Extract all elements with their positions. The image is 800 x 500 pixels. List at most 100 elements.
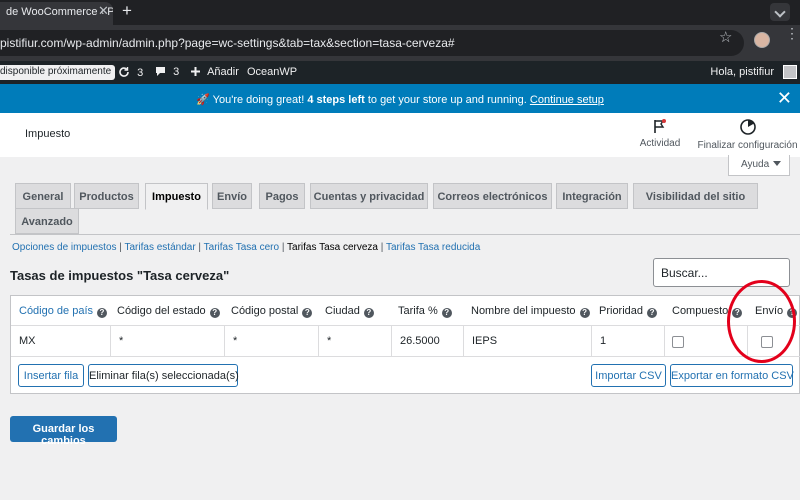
new-tab-icon[interactable]: + (122, 1, 132, 21)
tax-rates-table: Código de país? Código del estado? Códig… (10, 295, 800, 394)
header-label: Ciudad (325, 305, 360, 317)
setup-banner: 🚀 You're doing great! 4 steps left to ge… (0, 84, 800, 113)
tab-search-icon[interactable] (770, 3, 790, 21)
tab-pagos[interactable]: Pagos (259, 183, 305, 209)
cell-country[interactable]: MX (11, 326, 110, 356)
help-icon[interactable]: ? (647, 308, 658, 318)
subnav-options[interactable]: Opciones de impuestos (12, 242, 117, 253)
tab-correos[interactable]: Correos electrónicos (433, 183, 552, 209)
comments-count: 3 (173, 66, 180, 78)
cell-postcode[interactable]: * (224, 326, 318, 356)
cell-state[interactable]: * (110, 326, 224, 356)
theme-item[interactable]: OceanWP (247, 66, 297, 78)
activity-button[interactable]: Actividad (637, 118, 683, 149)
url-text: pistifiur.com/wp-admin/admin.php?page=wc… (0, 36, 455, 50)
browser-tab-bar: de WooCommerce ‹ P ✕ + (0, 0, 800, 25)
activity-label: Actividad (639, 138, 681, 149)
subnav-reduced[interactable]: Tarifas Tasa reducida (386, 242, 480, 253)
subnav-beer-current: Tarifas Tasa cerveza (287, 242, 378, 253)
add-new-item[interactable]: Añadir (190, 66, 239, 78)
header-label: Prioridad (599, 305, 644, 317)
tax-sections-nav: Opciones de impuestos | Tarifas estándar… (12, 242, 480, 253)
wc-header: Impuesto Actividad Finalizar configuraci… (0, 113, 800, 157)
plus-icon (191, 67, 200, 76)
user-avatar[interactable] (783, 65, 797, 79)
close-icon[interactable]: ✕ (777, 88, 792, 109)
comments-item[interactable]: 3 (155, 66, 179, 78)
browser-menu-icon[interactable]: ⋮ (785, 26, 799, 40)
subnav-standard[interactable]: Tarifas estándar (125, 242, 196, 253)
delete-rows-button[interactable]: Eliminar fila(s) seleccionada(s) (88, 364, 239, 387)
tab-cuentas-privacidad[interactable]: Cuentas y privacidad (310, 183, 428, 209)
banner-text-end: to get your store up and running. (364, 94, 530, 106)
add-new-label: Añadir (207, 66, 239, 78)
header-country[interactable]: Código de país? (19, 296, 107, 326)
tab-productos[interactable]: Productos (74, 183, 139, 209)
help-icon[interactable]: ? (209, 308, 220, 318)
updates-count: 3 (137, 67, 144, 79)
header-priority: Prioridad? (599, 296, 658, 326)
header-postcode: Código postal? (231, 296, 313, 326)
cell-priority[interactable]: 1 (591, 326, 664, 356)
finish-setup-label: Finalizar configuración (697, 140, 798, 151)
tab-impuesto[interactable]: Impuesto (145, 183, 208, 210)
save-changes-button[interactable]: Guardar los cambios (10, 416, 117, 447)
header-rate: Tarifa %? (398, 296, 452, 326)
help-icon[interactable]: ? (97, 308, 107, 318)
cell-city[interactable]: * (318, 326, 391, 356)
user-greeting[interactable]: Hola, pistifiur (710, 66, 774, 78)
tab-title: de WooCommerce ‹ P (6, 6, 113, 18)
help-icon[interactable]: ? (441, 308, 452, 318)
help-icon[interactable]: ? (363, 308, 374, 318)
header-state: Código del estado? (117, 296, 220, 326)
row-divider (11, 356, 800, 357)
browser-tab[interactable]: de WooCommerce ‹ P (0, 2, 113, 25)
help-icon[interactable]: ? (302, 308, 313, 318)
refresh-icon (119, 67, 129, 77)
browser-toolbar: pistifiur.com/wp-admin/admin.php?page=wc… (0, 25, 800, 61)
header-label: Tarifa % (398, 305, 438, 317)
tab-visibilidad[interactable]: Visibilidad del sitio (633, 183, 758, 209)
header-label: Código postal (231, 305, 299, 317)
subnav-sep: | (378, 242, 386, 253)
cell-tax-name[interactable]: IEPS (463, 326, 591, 356)
tab-avanzado[interactable]: Avanzado (15, 208, 79, 234)
bookmark-star-icon[interactable]: ☆ (719, 28, 732, 46)
banner-text-start: You're doing great! (209, 94, 308, 106)
red-annotation-circle (727, 280, 796, 363)
close-icon[interactable]: ✕ (98, 3, 109, 19)
tab-general[interactable]: General (15, 183, 71, 209)
maintenance-notice[interactable]: disponible próximamente (0, 65, 116, 80)
finish-setup-button[interactable]: Finalizar configuración (695, 118, 800, 151)
rocket-icon: 🚀 (196, 94, 210, 106)
tabs-baseline (10, 234, 800, 235)
section-title: Tasas de impuestos "Tasa cerveza" (10, 268, 230, 283)
page-title: Impuesto (25, 128, 71, 140)
cell-rate[interactable]: 26.5000 (391, 326, 463, 356)
header-city: Ciudad? (325, 296, 374, 326)
profile-avatar[interactable] (754, 32, 770, 48)
tab-envio[interactable]: Envío (212, 183, 252, 209)
header-label: Compuesto (672, 305, 729, 317)
help-button[interactable]: Ayuda (728, 155, 790, 176)
updates-item[interactable]: 3 (118, 66, 143, 79)
export-csv-button[interactable]: Exportar en formato CSV (670, 364, 794, 387)
address-bar[interactable]: pistifiur.com/wp-admin/admin.php?page=wc… (0, 30, 744, 56)
header-tax-name: Nombre del impuesto? (471, 296, 590, 326)
tab-integracion[interactable]: Integración (556, 183, 628, 209)
header-label: Nombre del impuesto (471, 305, 576, 317)
import-csv-button[interactable]: Importar CSV (591, 364, 666, 387)
wp-admin-bar: disponible próximamente 3 3 Añadir Ocean… (0, 61, 800, 84)
progress-ring-icon (739, 119, 756, 135)
subnav-sep: | (116, 242, 125, 253)
banner-steps: 4 steps left (307, 94, 365, 106)
help-icon[interactable]: ? (579, 308, 590, 318)
subnav-zero[interactable]: Tarifas Tasa cero (204, 242, 279, 253)
insert-row-button[interactable]: Insertar fila (18, 364, 84, 387)
continue-setup-link[interactable]: Continue setup (530, 94, 604, 106)
header-label: Código de país (19, 305, 93, 317)
header-label: Código del estado (117, 305, 206, 317)
subnav-sep: | (195, 242, 204, 253)
compound-checkbox[interactable] (672, 336, 684, 348)
flag-icon (654, 119, 666, 133)
